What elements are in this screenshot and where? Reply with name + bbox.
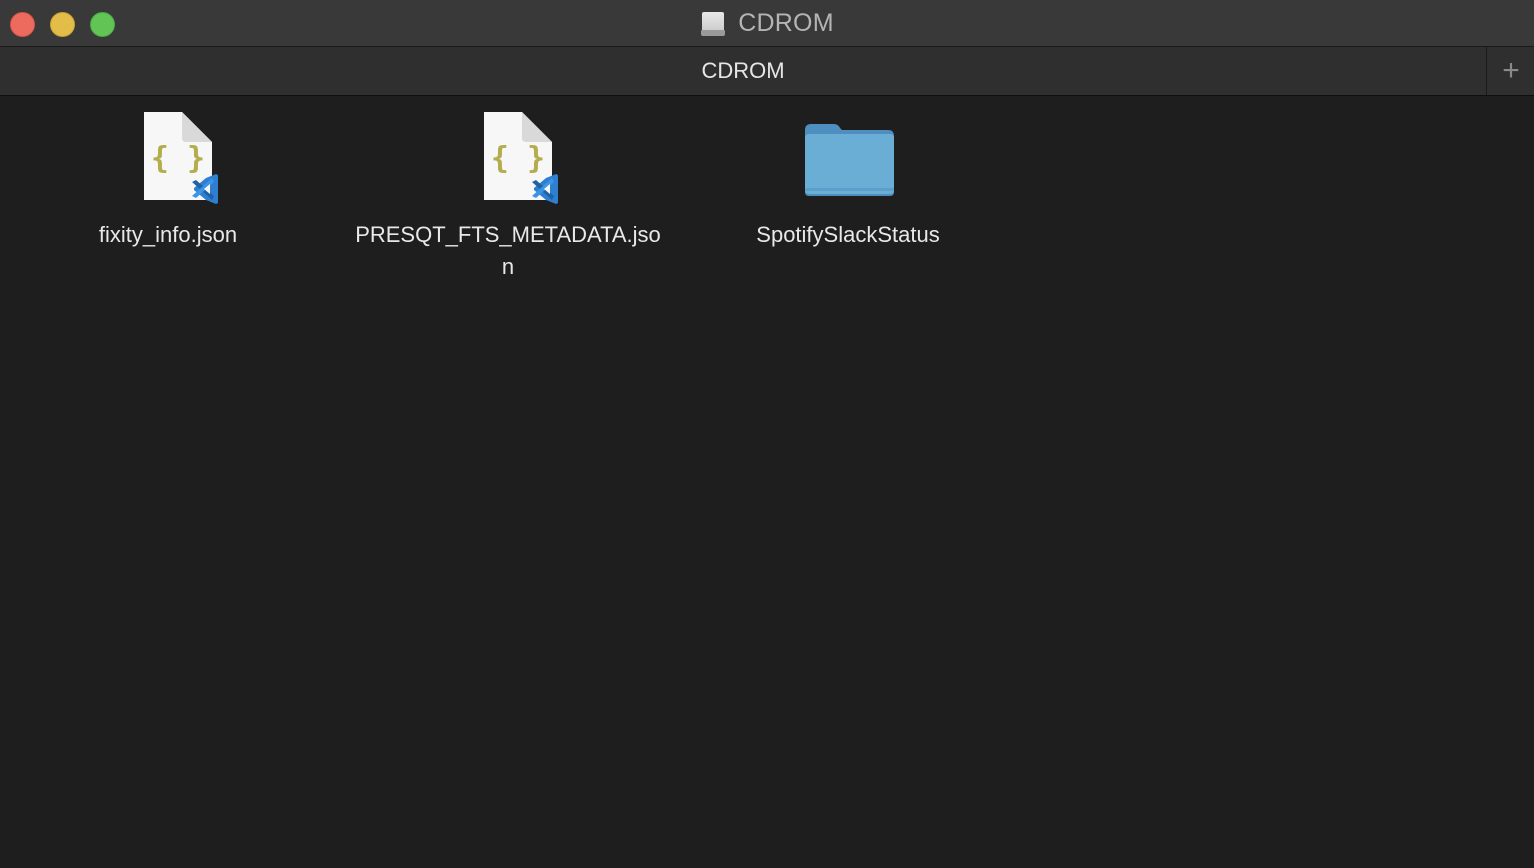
title-bar[interactable]: CDROM: [0, 0, 1534, 47]
file-name-label: fixity_info.json: [98, 222, 238, 247]
tab-label: CDROM: [701, 58, 785, 83]
file-grid[interactable]: { } fixity_info.json { } PRESQT_FTS_META…: [0, 96, 1534, 868]
plus-icon: +: [1502, 54, 1520, 87]
new-tab-button[interactable]: +: [1488, 47, 1534, 95]
tab-bar: CDROM +: [0, 47, 1534, 96]
json-file-icon: { }: [458, 110, 560, 210]
svg-text:{ }: { }: [151, 141, 205, 176]
file-item-fixity-info[interactable]: { } fixity_info.json: [8, 110, 328, 251]
folder-icon: [798, 110, 898, 210]
tab-cdrom[interactable]: CDROM: [0, 47, 1487, 95]
svg-text:{ }: { }: [491, 141, 545, 176]
finder-window: CDROM CDROM + { } fixity_info.json {} P…: [0, 0, 1534, 868]
window-title: CDROM: [0, 0, 1534, 47]
file-item-presqt-fts-metadata[interactable]: { } PRESQT_FTS_METADATA.json: [348, 110, 668, 283]
drive-icon: [700, 10, 726, 38]
json-file-icon: { }: [118, 110, 220, 210]
folder-item-spotify-slack-status[interactable]: SpotifySlackStatus: [688, 110, 1008, 251]
file-name-label: PRESQT_FTS_METADATA.json: [355, 222, 661, 279]
folder-name-label: SpotifySlackStatus: [756, 222, 940, 247]
window-title-text: CDROM: [738, 9, 834, 37]
